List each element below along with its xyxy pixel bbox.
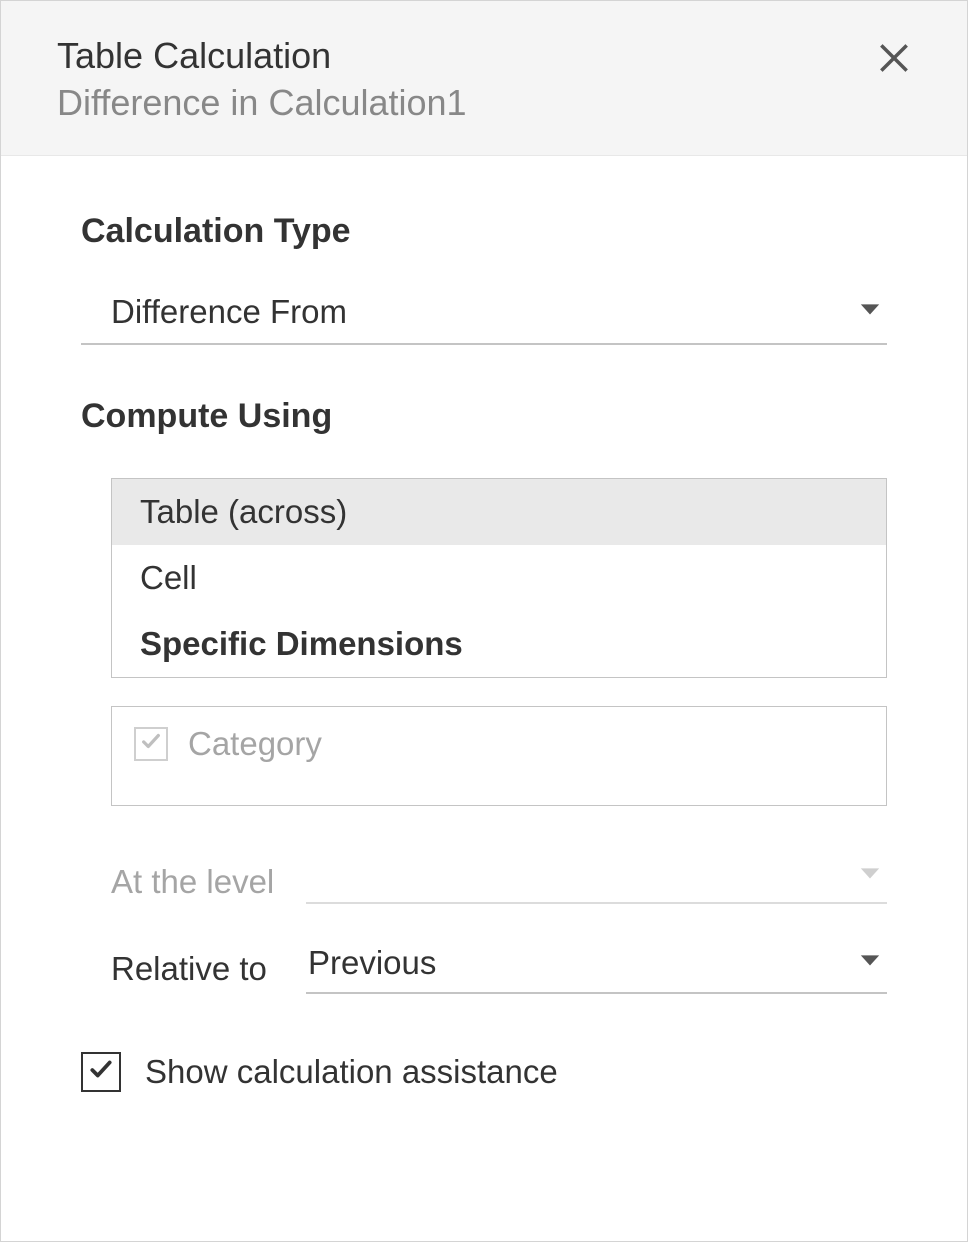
- relative-to-row: Relative to Previous: [111, 944, 887, 994]
- show-assistance-label: Show calculation assistance: [145, 1053, 558, 1091]
- at-the-level-row: At the level: [111, 860, 887, 904]
- close-button[interactable]: [869, 33, 919, 86]
- caret-down-icon: [859, 866, 881, 885]
- dialog-subtitle: Difference in Calculation1: [57, 80, 869, 127]
- dialog-body: Calculation Type Difference From Compute…: [1, 156, 967, 1092]
- caret-down-icon: [859, 953, 881, 972]
- dimensions-box: Category: [111, 706, 887, 806]
- show-assistance-checkbox[interactable]: [81, 1052, 121, 1092]
- compute-option-table-across[interactable]: Table (across): [112, 479, 886, 545]
- dimension-row: Category: [134, 725, 864, 763]
- calculation-type-label: Calculation Type: [81, 212, 887, 251]
- at-the-level-label: At the level: [111, 863, 306, 901]
- close-icon: [875, 39, 913, 80]
- dimension-checkbox: [134, 727, 168, 761]
- compute-option-cell[interactable]: Cell: [112, 545, 886, 611]
- relative-to-label: Relative to: [111, 950, 306, 988]
- dialog-header: Table Calculation Difference in Calculat…: [1, 1, 967, 156]
- header-text-block: Table Calculation Difference in Calculat…: [57, 33, 869, 127]
- checkmark-icon: [140, 730, 162, 757]
- dialog-title: Table Calculation: [57, 33, 869, 80]
- calculation-type-value: Difference From: [111, 293, 347, 331]
- at-the-level-dropdown: [306, 860, 887, 904]
- calculation-type-dropdown[interactable]: Difference From: [81, 293, 887, 345]
- compute-using-listbox: Table (across) Cell Specific Dimensions: [111, 478, 887, 678]
- relative-to-dropdown[interactable]: Previous: [306, 944, 887, 994]
- checkmark-icon: [88, 1056, 114, 1087]
- dimension-label: Category: [188, 725, 322, 763]
- compute-using-label: Compute Using: [81, 397, 887, 436]
- compute-option-specific-dimensions[interactable]: Specific Dimensions: [112, 611, 886, 677]
- caret-down-icon: [859, 302, 881, 321]
- show-assistance-row: Show calculation assistance: [81, 1052, 887, 1092]
- relative-to-value: Previous: [308, 944, 436, 982]
